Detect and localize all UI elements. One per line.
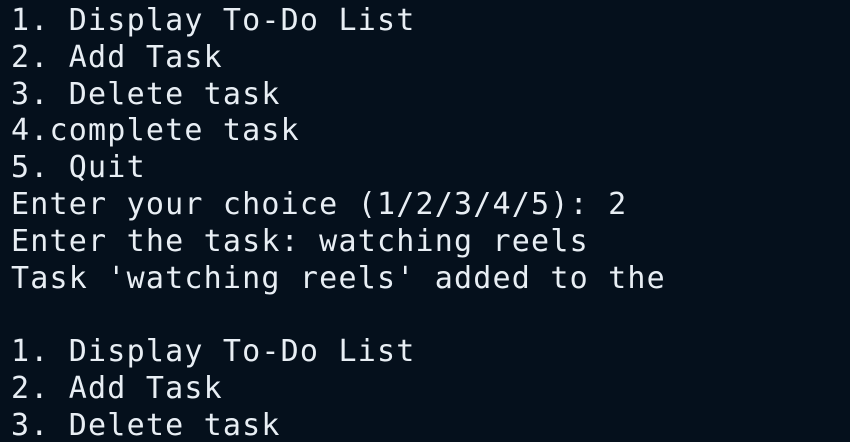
menu-option-display: 1. Display To-Do List [11, 3, 416, 38]
menu-option-complete: 4.complete task [11, 113, 300, 149]
task-added-message: Task 'watching reels' added to the [11, 260, 666, 296]
choice-prompt: Enter your choice (1/2/3/4/5): 2 [11, 186, 628, 222]
menu-option-add: 2. Add Task [11, 370, 223, 406]
menu-option-delete: 3. Delete task [11, 407, 281, 442]
terminal-output[interactable]: 1. Display To-Do List 2. Add Task 3. Del… [0, 0, 850, 442]
menu-option-add: 2. Add Task [11, 39, 223, 75]
menu-option-display: 1. Display To-Do List [11, 334, 416, 370]
menu-option-quit: 5. Quit [11, 150, 146, 186]
menu-option-delete: 3. Delete task [11, 76, 281, 112]
task-input-prompt: Enter the task: watching reels [11, 223, 589, 259]
